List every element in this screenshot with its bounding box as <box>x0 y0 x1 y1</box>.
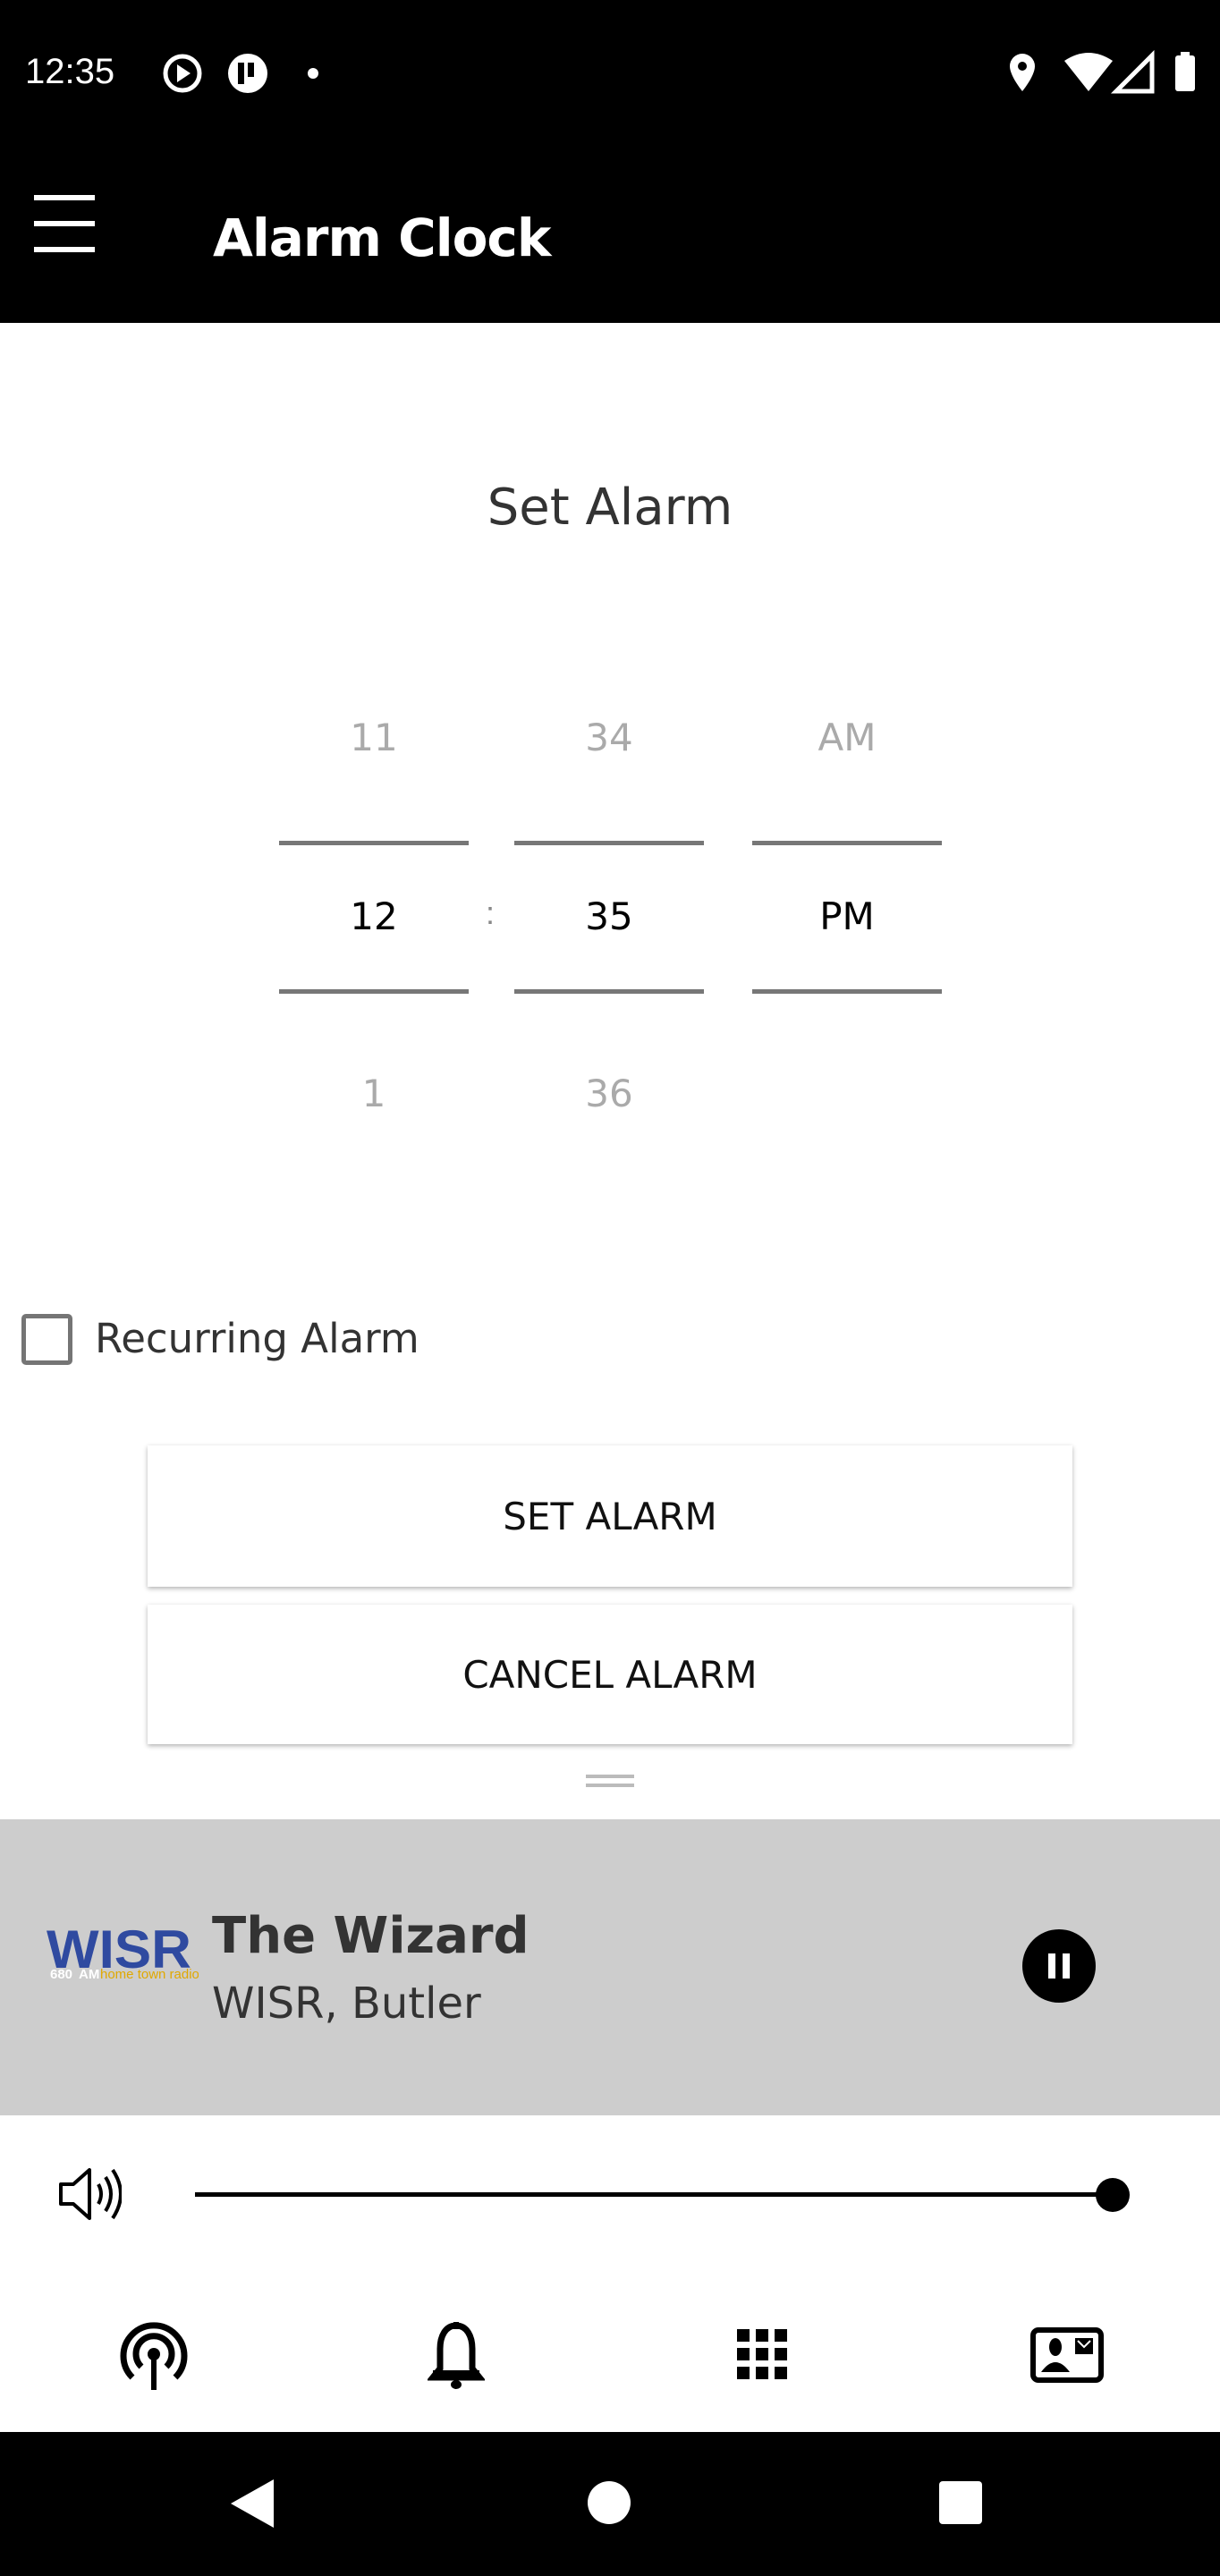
ampm-prev[interactable]: AM <box>752 716 942 759</box>
minute-next[interactable]: 36 <box>514 1072 704 1115</box>
menu-icon[interactable] <box>34 195 95 252</box>
svg-text:680: 680 <box>50 1967 72 1982</box>
ampm-selected[interactable]: PM <box>752 894 942 938</box>
volume-slider[interactable] <box>195 2192 1112 2197</box>
svg-text:home town radio: home town radio <box>100 1967 199 1982</box>
home-icon[interactable] <box>588 2481 631 2524</box>
contact-card-icon[interactable] <box>1030 2327 1104 2383</box>
svg-text:AM: AM <box>79 1967 99 1982</box>
divider <box>752 989 942 994</box>
recurring-checkbox[interactable] <box>21 1314 72 1365</box>
pause-button[interactable] <box>1022 1929 1096 2003</box>
volume-icon[interactable] <box>57 2165 122 2224</box>
time-separator: : <box>486 894 496 931</box>
recents-icon[interactable] <box>939 2481 982 2524</box>
radio-tower-icon[interactable] <box>120 2322 188 2390</box>
divider <box>279 989 469 994</box>
grid-icon[interactable] <box>737 2329 787 2379</box>
now-playing-bar[interactable]: WISR 680 AM home town radio The Wizard W… <box>0 1819 1220 2115</box>
system-nav-bar <box>0 2432 1220 2576</box>
divider <box>514 989 704 994</box>
app-title: Alarm Clock <box>213 208 551 268</box>
bell-icon[interactable] <box>428 2322 485 2390</box>
hour-prev[interactable]: 11 <box>279 716 469 759</box>
divider <box>514 841 704 845</box>
hour-next[interactable]: 1 <box>279 1072 469 1115</box>
track-title: The Wizard <box>212 1907 530 1965</box>
status-time: 12:35 <box>25 52 115 91</box>
divider <box>752 841 942 845</box>
page-heading: Set Alarm <box>487 479 733 537</box>
station-logo: WISR 680 AM home town radio <box>47 1925 199 1982</box>
status-system-icons <box>1010 50 1195 94</box>
minute-prev[interactable]: 34 <box>514 716 704 759</box>
divider <box>279 841 469 845</box>
set-alarm-button[interactable]: SET ALARM <box>148 1445 1072 1587</box>
drag-handle[interactable] <box>586 1775 634 1787</box>
hour-selected[interactable]: 12 <box>279 894 469 938</box>
recurring-label[interactable]: Recurring Alarm <box>95 1315 419 1362</box>
cancel-alarm-button[interactable]: CANCEL ALARM <box>148 1605 1072 1744</box>
minute-selected[interactable]: 35 <box>514 894 704 938</box>
app-bar: 12:35 Alarm Clock <box>0 0 1220 323</box>
station-name: WISR, Butler <box>212 1979 481 2029</box>
status-notification-icons <box>163 54 318 93</box>
back-icon[interactable] <box>231 2479 275 2528</box>
volume-thumb[interactable] <box>1096 2178 1130 2212</box>
